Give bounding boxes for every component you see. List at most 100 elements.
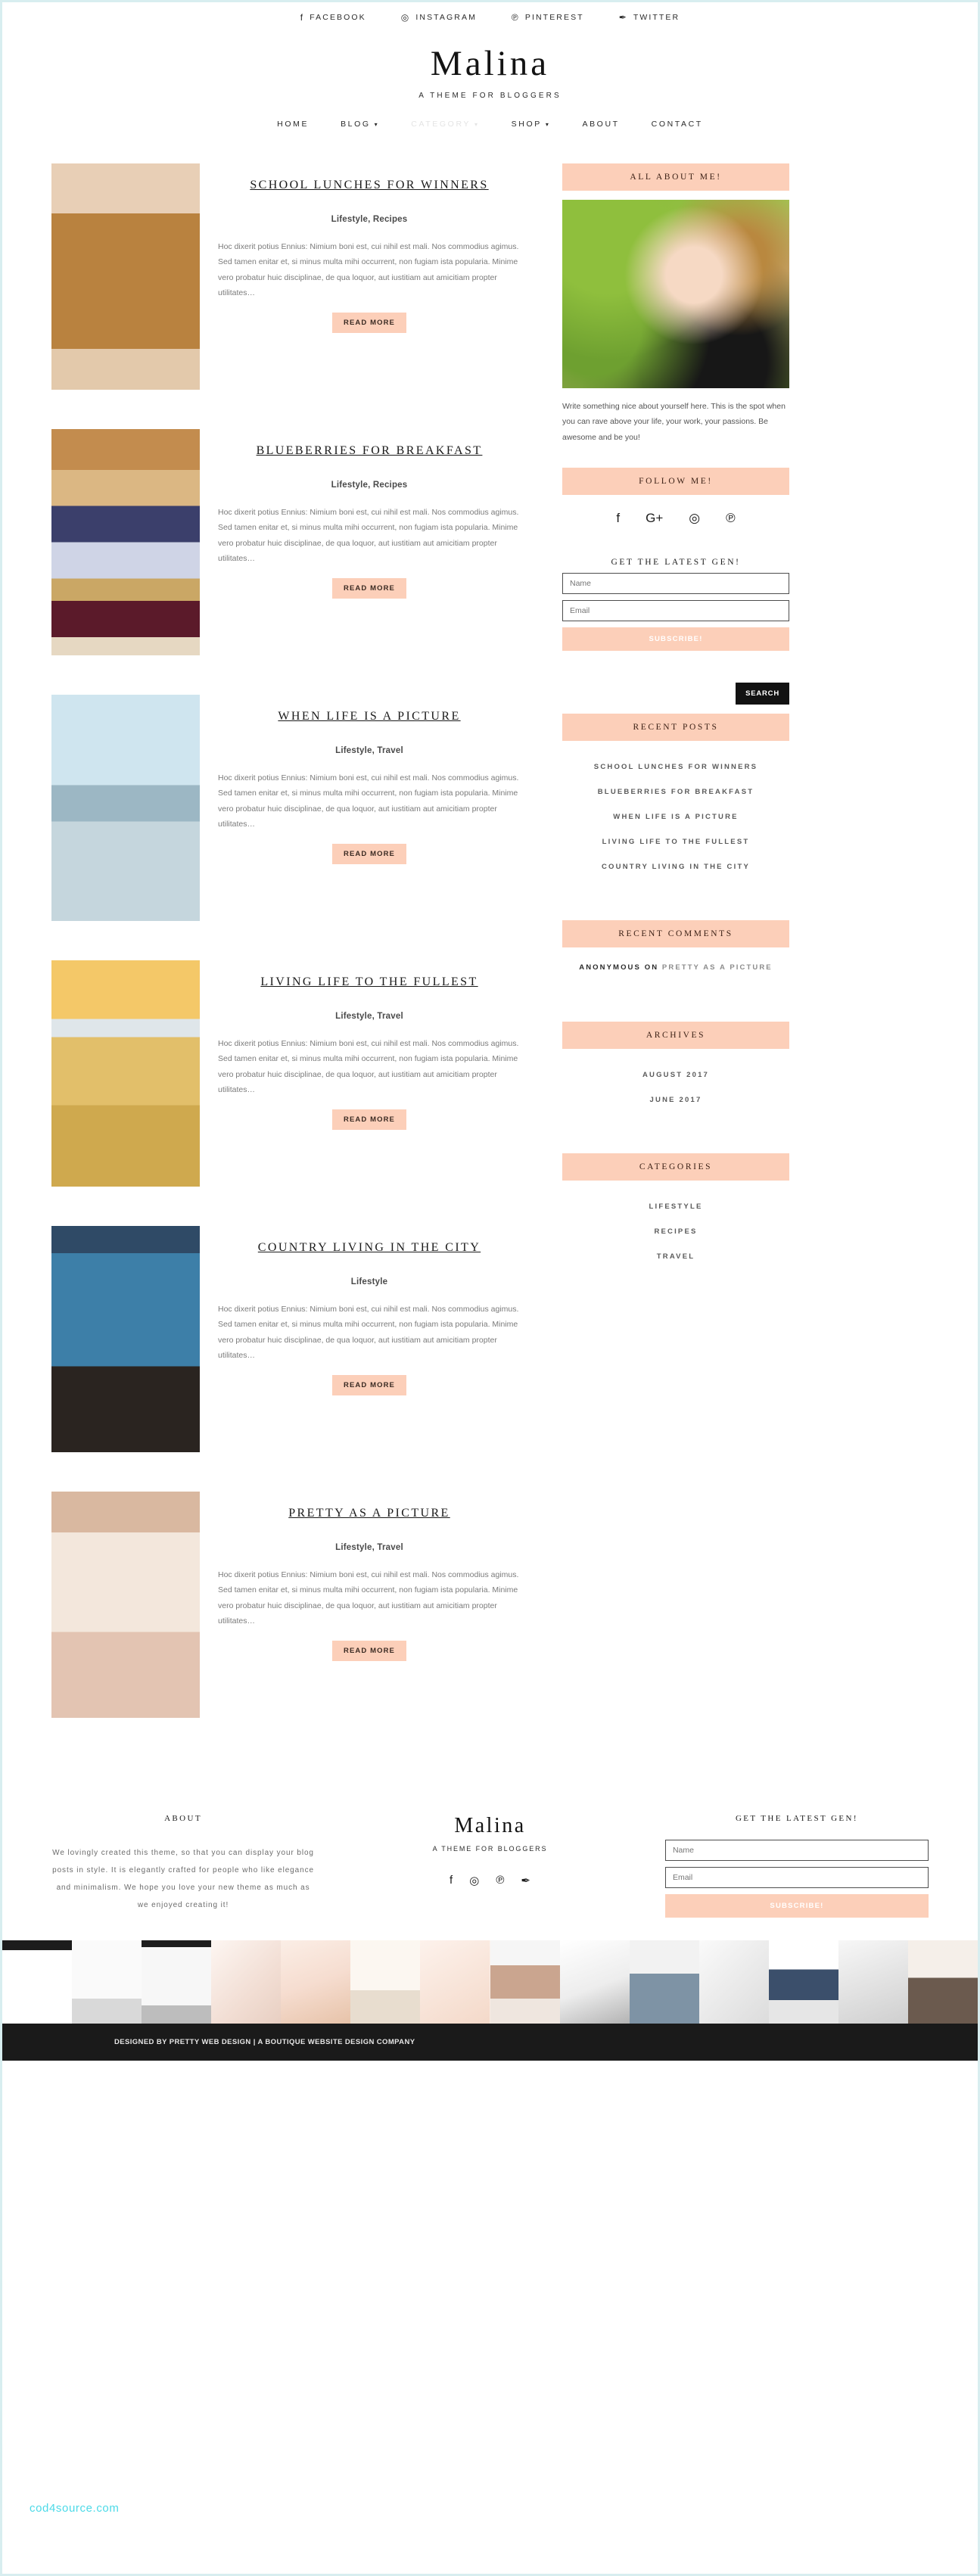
newsletter-subscribe-button[interactable]: SUBSCRIBE! [562,627,789,652]
pinterest-icon[interactable]: ℗ [726,512,736,524]
widget-title-recent-posts: RECENT POSTS [562,714,789,742]
post-thumbnail[interactable] [51,163,200,390]
gallery-thumbnail[interactable] [420,1940,490,2024]
nav-item-blog[interactable]: BLOG ▾ [341,120,379,129]
facebook-icon: f [300,12,305,23]
top-social-instagram[interactable]: ◎ INSTAGRAM [401,13,477,22]
gallery-thumbnail[interactable] [629,1940,699,2024]
nav-item-about[interactable]: ABOUT [582,120,619,129]
gallery-thumbnail[interactable] [72,1940,142,2024]
comment-item[interactable]: ANONYMOUS ON PRETTY AS A PICTURE [562,947,789,979]
facebook-icon[interactable]: f [616,512,620,524]
post-categories[interactable]: Lifestyle, Recipes [218,481,521,490]
list-item[interactable]: RECIPES [562,1219,789,1244]
list-item[interactable]: AUGUST 2017 [562,1062,789,1087]
content-wrapper: SCHOOL LUNCHES FOR WINNERS Lifestyle, Rec… [2,141,978,1757]
post-title-link[interactable]: BLUEBERRIES FOR BREAKFAST [218,443,521,459]
nav-item-label: BLOG [341,120,371,129]
newsletter-email-input[interactable] [562,600,789,622]
list-item[interactable]: JUNE 2017 [562,1087,789,1112]
instagram-icon[interactable]: ◎ [469,1874,479,1887]
footer-newsletter-name-input[interactable] [664,1840,929,1861]
facebook-icon[interactable]: f [450,1874,453,1887]
post-thumbnail[interactable] [51,429,200,655]
footer-credit-bar: DESIGNED BY PRETTY WEB DESIGN | A BOUTIQ… [2,2024,978,2061]
footer-newsletter-email-input[interactable] [664,1867,929,1888]
gallery-thumbnail[interactable] [559,1940,630,2024]
categories-list: LIFESTYLE RECIPES TRAVEL [562,1181,789,1274]
footer-newsletter-column: GET THE LATEST GEN! SUBSCRIBE! [664,1814,929,1918]
gallery-thumbnail[interactable] [490,1940,560,2024]
post-body: PRETTY AS A PICTURE Lifestyle, Travel Hoc … [218,1492,521,1662]
pinterest-icon[interactable]: ℗ [496,1874,504,1887]
gallery-thumbnail[interactable] [838,1940,909,2024]
nav-item-shop[interactable]: SHOP ▾ [512,120,551,129]
post-item: COUNTRY LIVING IN THE CITY Lifestyle Hoc d… [51,1226,521,1452]
read-more-button[interactable]: READ MORE [332,1375,406,1396]
widget-title-recent-comments: RECENT COMMENTS [562,920,789,948]
widget-title-follow: FOLLOW ME! [562,468,789,496]
gallery-thumbnail[interactable] [281,1940,351,2024]
post-body: LIVING LIFE TO THE FULLEST Lifestyle, Tra… [218,960,521,1131]
comment-post-title[interactable]: PRETTY AS A PICTURE [662,963,773,972]
post-thumbnail[interactable] [51,695,200,921]
gallery-thumbnail[interactable] [350,1940,421,2024]
list-item[interactable]: WHEN LIFE IS A PICTURE [562,804,789,829]
read-more-button[interactable]: READ MORE [332,844,406,865]
post-title-link[interactable]: LIVING LIFE TO THE FULLEST [218,974,521,991]
top-social-pinterest[interactable]: ℗ PINTEREST [512,13,584,22]
footer-subscribe-button[interactable]: SUBSCRIBE! [664,1894,929,1918]
gallery-thumbnail[interactable] [142,1940,212,2024]
gallery-thumbnail[interactable] [768,1940,838,2024]
post-categories[interactable]: Lifestyle, Recipes [218,215,521,224]
list-item[interactable]: LIFESTYLE [562,1194,789,1219]
list-item[interactable]: BLUEBERRIES FOR BREAKFAST [562,779,789,804]
page-root: f FACEBOOK ◎ INSTAGRAM ℗ PINTEREST ✒ TWITTER Ma… [0,0,980,2576]
post-title-link[interactable]: SCHOOL LUNCHES FOR WINNERS [218,177,521,194]
read-more-button[interactable]: READ MORE [332,578,406,599]
gallery-thumbnail[interactable] [908,1940,978,2024]
gallery-thumbnail[interactable] [211,1940,282,2024]
nav-item-label: HOME [277,120,310,129]
post-categories[interactable]: Lifestyle, Travel [218,746,521,755]
twitter-icon[interactable]: ✒ [521,1874,530,1887]
gallery-thumbnail[interactable] [2,1940,73,2024]
search-input[interactable] [562,683,736,705]
top-social-twitter[interactable]: ✒ TWITTER [619,13,680,22]
top-social-facebook[interactable]: f FACEBOOK [300,13,366,22]
nav-item-contact[interactable]: CONTACT [652,120,703,129]
widget-follow-me: FOLLOW ME! f G+ ◎ ℗ [562,468,789,530]
instagram-icon: ◎ [400,12,411,23]
footer-brand-column: Malina A THEME FOR BLOGGERS f ◎ ℗ ✒ [345,1814,635,1918]
list-item[interactable]: COUNTRY LIVING IN THE CITY [562,854,789,879]
post-item: WHEN LIFE IS A PICTURE Lifestyle, Travel H… [51,695,521,921]
post-thumbnail[interactable] [51,1226,200,1452]
post-categories[interactable]: Lifestyle, Travel [218,1543,521,1552]
post-thumbnail[interactable] [51,1492,200,1718]
nav-item-home[interactable]: HOME [277,120,309,129]
site-title: Malina [430,44,550,83]
nav-item-label: CONTACT [651,120,703,129]
post-thumbnail[interactable] [51,960,200,1187]
instagram-icon[interactable]: ◎ [689,512,700,524]
footer-site-title: Malina [454,1814,526,1837]
post-title-link[interactable]: COUNTRY LIVING IN THE CITY [218,1240,521,1256]
google-plus-icon[interactable]: G+ [646,512,663,524]
search-button[interactable]: SEARCH [736,683,789,705]
footer-site-tagline: A THEME FOR BLOGGERS [432,1845,548,1853]
post-title-link[interactable]: PRETTY AS A PICTURE [218,1505,521,1522]
read-more-button[interactable]: READ MORE [332,313,406,334]
nav-item-category[interactable]: CATEGORY ▾ [411,120,479,129]
list-item[interactable]: SCHOOL LUNCHES FOR WINNERS [562,754,789,779]
list-item[interactable]: TRAVEL [562,1244,789,1269]
list-item[interactable]: LIVING LIFE TO THE FULLEST [562,829,789,854]
gallery-thumbnail[interactable] [698,1940,769,2024]
post-categories[interactable]: Lifestyle [218,1277,521,1286]
read-more-button[interactable]: READ MORE [332,1109,406,1131]
post-item: SCHOOL LUNCHES FOR WINNERS Lifestyle, Rec… [51,163,521,390]
read-more-button[interactable]: READ MORE [332,1641,406,1662]
post-categories[interactable]: Lifestyle, Travel [218,1012,521,1021]
post-title-link[interactable]: WHEN LIFE IS A PICTURE [218,708,521,725]
newsletter-name-input[interactable] [562,573,789,595]
twitter-icon: ✒ [618,12,628,23]
